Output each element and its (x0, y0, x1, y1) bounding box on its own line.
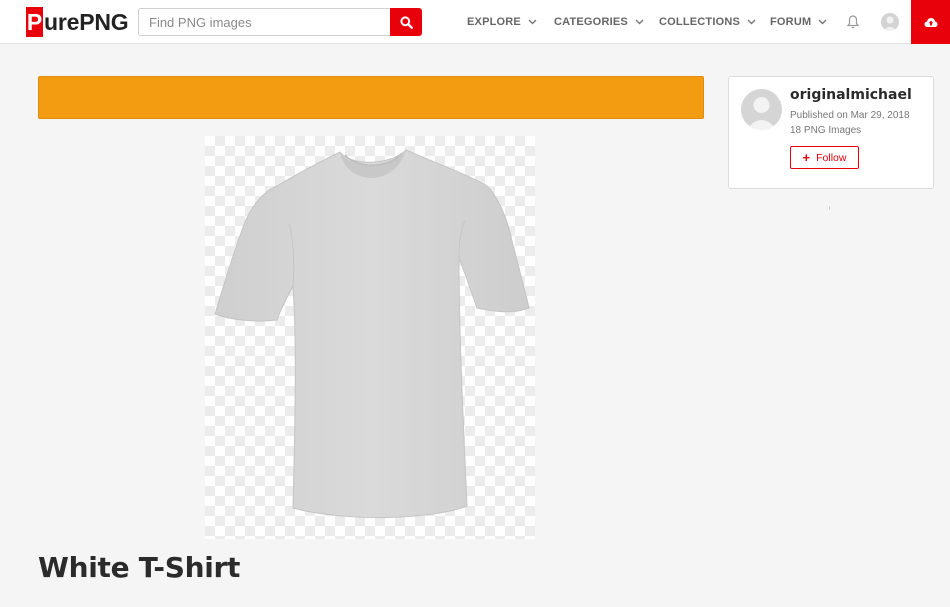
author-avatar[interactable] (741, 89, 782, 130)
search-input[interactable] (138, 8, 390, 36)
ad-banner[interactable] (38, 76, 704, 119)
cloud-upload-icon (924, 17, 937, 27)
nav-forum[interactable]: FORUM (770, 0, 827, 44)
nav-collections-label: COLLECTIONS (659, 16, 741, 28)
nav-explore[interactable]: EXPLORE (467, 0, 537, 44)
top-navigation-bar: PurePNG EXPLORE CATEGORIES COLLECTIONS F… (0, 0, 950, 44)
follow-button[interactable]: + Follow (790, 146, 859, 169)
logo-text: urePNG (44, 8, 129, 35)
png-image-preview (205, 136, 535, 539)
user-avatar[interactable] (881, 13, 899, 31)
chevron-down-icon (635, 19, 644, 25)
search-bar (138, 8, 422, 36)
tshirt-image (214, 149, 530, 518)
chevron-down-icon (818, 19, 827, 25)
upload-button[interactable] (911, 0, 950, 44)
chevron-down-icon (528, 19, 537, 25)
logo-initial: P (26, 7, 43, 37)
author-card: originalmichael Published on Mar 29, 201… (728, 76, 934, 189)
plus-icon: + (802, 150, 811, 165)
divider (829, 206, 830, 210)
nav-collections[interactable]: COLLECTIONS (659, 0, 756, 44)
search-icon (399, 15, 413, 29)
page-title: White T-Shirt (38, 551, 241, 584)
publish-date: Published on Mar 29, 2018 (790, 110, 910, 121)
nav-categories-label: CATEGORIES (554, 16, 628, 28)
notifications-bell-icon[interactable] (846, 13, 860, 31)
author-name[interactable]: originalmichael (790, 87, 912, 103)
search-button[interactable] (390, 8, 422, 36)
nav-explore-label: EXPLORE (467, 16, 521, 28)
nav-forum-label: FORUM (770, 16, 812, 28)
image-count: 18 PNG Images (790, 125, 862, 136)
nav-categories[interactable]: CATEGORIES (554, 0, 644, 44)
site-logo[interactable]: PurePNG (26, 7, 129, 37)
chevron-down-icon (747, 19, 756, 25)
follow-label: Follow (816, 151, 847, 164)
